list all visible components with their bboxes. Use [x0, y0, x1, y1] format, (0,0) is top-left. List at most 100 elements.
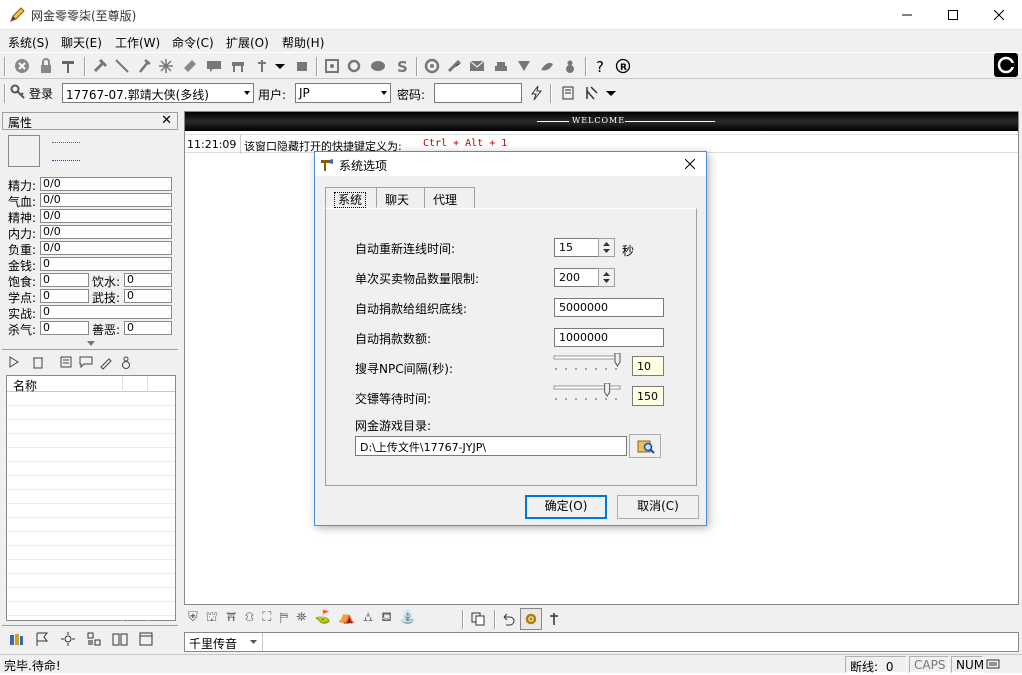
dropdown-arrow-icon[interactable] — [272, 58, 288, 74]
reconnect-field[interactable]: 15 — [554, 238, 600, 257]
wait-time-slider[interactable] — [552, 383, 622, 401]
donate-amount-field[interactable]: 1000000 — [554, 328, 664, 347]
gourd-icon[interactable] — [118, 354, 134, 370]
tool-icon[interactable] — [584, 85, 600, 101]
close-icon — [994, 10, 1004, 20]
play-icon[interactable] — [6, 354, 22, 370]
server-select[interactable]: 17767-07.郭靖大侠(多线) — [62, 83, 254, 103]
mask-icon[interactable] — [516, 58, 532, 74]
attr-value: 0/0 — [40, 241, 172, 255]
attr-label: 武技: — [92, 291, 121, 305]
menu-system[interactable]: 系统(S) — [8, 34, 49, 51]
user-select[interactable]: JP — [295, 83, 391, 103]
list-icon[interactable] — [58, 354, 74, 370]
edit-icon[interactable] — [98, 354, 114, 370]
tools-icon[interactable] — [60, 58, 76, 74]
registered-icon[interactable]: R — [615, 58, 631, 74]
menu-work[interactable]: 工作(W) — [115, 34, 160, 51]
help-icon[interactable]: ? — [593, 58, 609, 74]
map-icon[interactable] — [324, 58, 340, 74]
grid-icon[interactable] — [86, 631, 102, 647]
undo-icon[interactable] — [500, 611, 516, 627]
npc-interval-slider[interactable] — [552, 353, 622, 371]
chat-input[interactable] — [265, 633, 1017, 651]
trade-limit-field[interactable]: 200 — [554, 268, 600, 287]
people-icon[interactable] — [8, 631, 24, 647]
svg-text:?: ? — [596, 58, 604, 74]
pin-icon[interactable] — [254, 58, 270, 74]
chevron-down-icon[interactable] — [87, 341, 95, 347]
maximize-button[interactable] — [930, 0, 976, 30]
dropdown-arrow-icon[interactable] — [603, 85, 619, 101]
trade-limit-stepper[interactable] — [598, 268, 615, 287]
chat-icon[interactable] — [206, 58, 222, 74]
menu-help[interactable]: 帮助(H) — [282, 34, 324, 51]
tab-system[interactable]: 系统 — [325, 187, 377, 208]
disconnect-label: 断线: — [850, 660, 879, 674]
table-icon[interactable] — [230, 58, 246, 74]
donate-floor-field[interactable]: 5000000 — [554, 298, 664, 317]
divider — [52, 160, 80, 161]
s-icon[interactable]: S — [394, 58, 410, 74]
item-list[interactable]: 名称 — [6, 375, 176, 622]
trade-limit-label: 单次买卖物品数量限制: — [355, 272, 480, 286]
lightning-icon[interactable] — [528, 85, 544, 101]
welcome-text: WELCOME — [572, 116, 626, 125]
title-bar: 网金零零柒(至尊版) — [0, 0, 1022, 30]
hand-icon[interactable] — [446, 58, 462, 74]
pin-icon[interactable] — [546, 611, 562, 627]
menu-extend[interactable]: 扩展(O) — [226, 34, 269, 51]
refresh-icon[interactable] — [346, 58, 362, 74]
target-icon[interactable] — [424, 58, 440, 74]
axe-icon[interactable] — [136, 58, 152, 74]
reconnect-stepper[interactable] — [598, 238, 615, 257]
cancel-button[interactable]: 取消(C) — [617, 495, 699, 519]
tab-chat[interactable]: 聊天 — [377, 187, 425, 208]
attr-label: 善恶: — [92, 323, 121, 337]
herb-icon[interactable] — [539, 58, 555, 74]
copy-icon[interactable] — [470, 611, 486, 627]
hammer-icon[interactable] — [92, 58, 108, 74]
mail-icon[interactable] — [469, 58, 485, 74]
close-button[interactable] — [976, 0, 1022, 30]
trash-icon[interactable] — [30, 354, 46, 370]
spinner-arrows-icon — [603, 242, 610, 253]
command-icons[interactable]: ⛨⛫⛩⛻⛶⛿⛯⛳⛺⛼⛾⛲ — [188, 610, 424, 627]
status-bar: 完毕.待命! 断线: 0 CAPS NUM — [0, 654, 1022, 674]
calendar-icon[interactable] — [138, 631, 154, 647]
lock-icon[interactable] — [38, 58, 54, 74]
chat-bubble-icon[interactable] — [78, 354, 94, 370]
close-icon[interactable] — [685, 159, 695, 169]
spark-icon[interactable] — [158, 58, 174, 74]
ok-button[interactable]: 确定(O) — [525, 495, 607, 519]
disconnect-count: 断线: 0 — [845, 656, 907, 674]
minimize-button[interactable] — [884, 0, 930, 30]
tab-proxy[interactable]: 代理 — [425, 187, 475, 208]
close-panel-icon[interactable]: ✕ — [161, 113, 172, 128]
menu-command[interactable]: 命令(C) — [172, 34, 214, 51]
sun-icon[interactable] — [60, 631, 76, 647]
fist-icon[interactable] — [493, 58, 509, 74]
caps-indicator: CAPS — [909, 656, 949, 673]
settings-button[interactable] — [520, 608, 542, 630]
sword-icon[interactable] — [114, 58, 130, 74]
attr-value: 0/0 — [40, 177, 172, 191]
tab-panel-system: 自动重新连线时间: 15 秒 单次买卖物品数量限制: 200 自动捐款给组织底线… — [325, 208, 697, 486]
chevron-down-icon — [381, 91, 387, 95]
reconnect-unit: 秒 — [622, 244, 635, 258]
stop-icon[interactable] — [14, 58, 30, 74]
browse-button[interactable] — [629, 434, 661, 458]
game-dir-field[interactable]: D:\上传文件\17767-JYJP\ — [355, 436, 627, 456]
disk-icon[interactable] — [370, 58, 386, 74]
menu-chat[interactable]: 聊天(E) — [61, 34, 102, 51]
scroll-icon[interactable] — [182, 58, 198, 74]
gourd-icon[interactable] — [562, 58, 578, 74]
notepad-icon[interactable] — [560, 85, 576, 101]
spinner-arrows-icon — [603, 272, 610, 283]
box-icon[interactable] — [294, 58, 310, 74]
password-field[interactable] — [434, 83, 522, 103]
book-icon[interactable] — [112, 631, 128, 647]
attr-label: 内力: — [8, 227, 37, 241]
flag-icon[interactable] — [34, 631, 50, 647]
channel-select[interactable]: 千里传音 — [185, 633, 263, 651]
